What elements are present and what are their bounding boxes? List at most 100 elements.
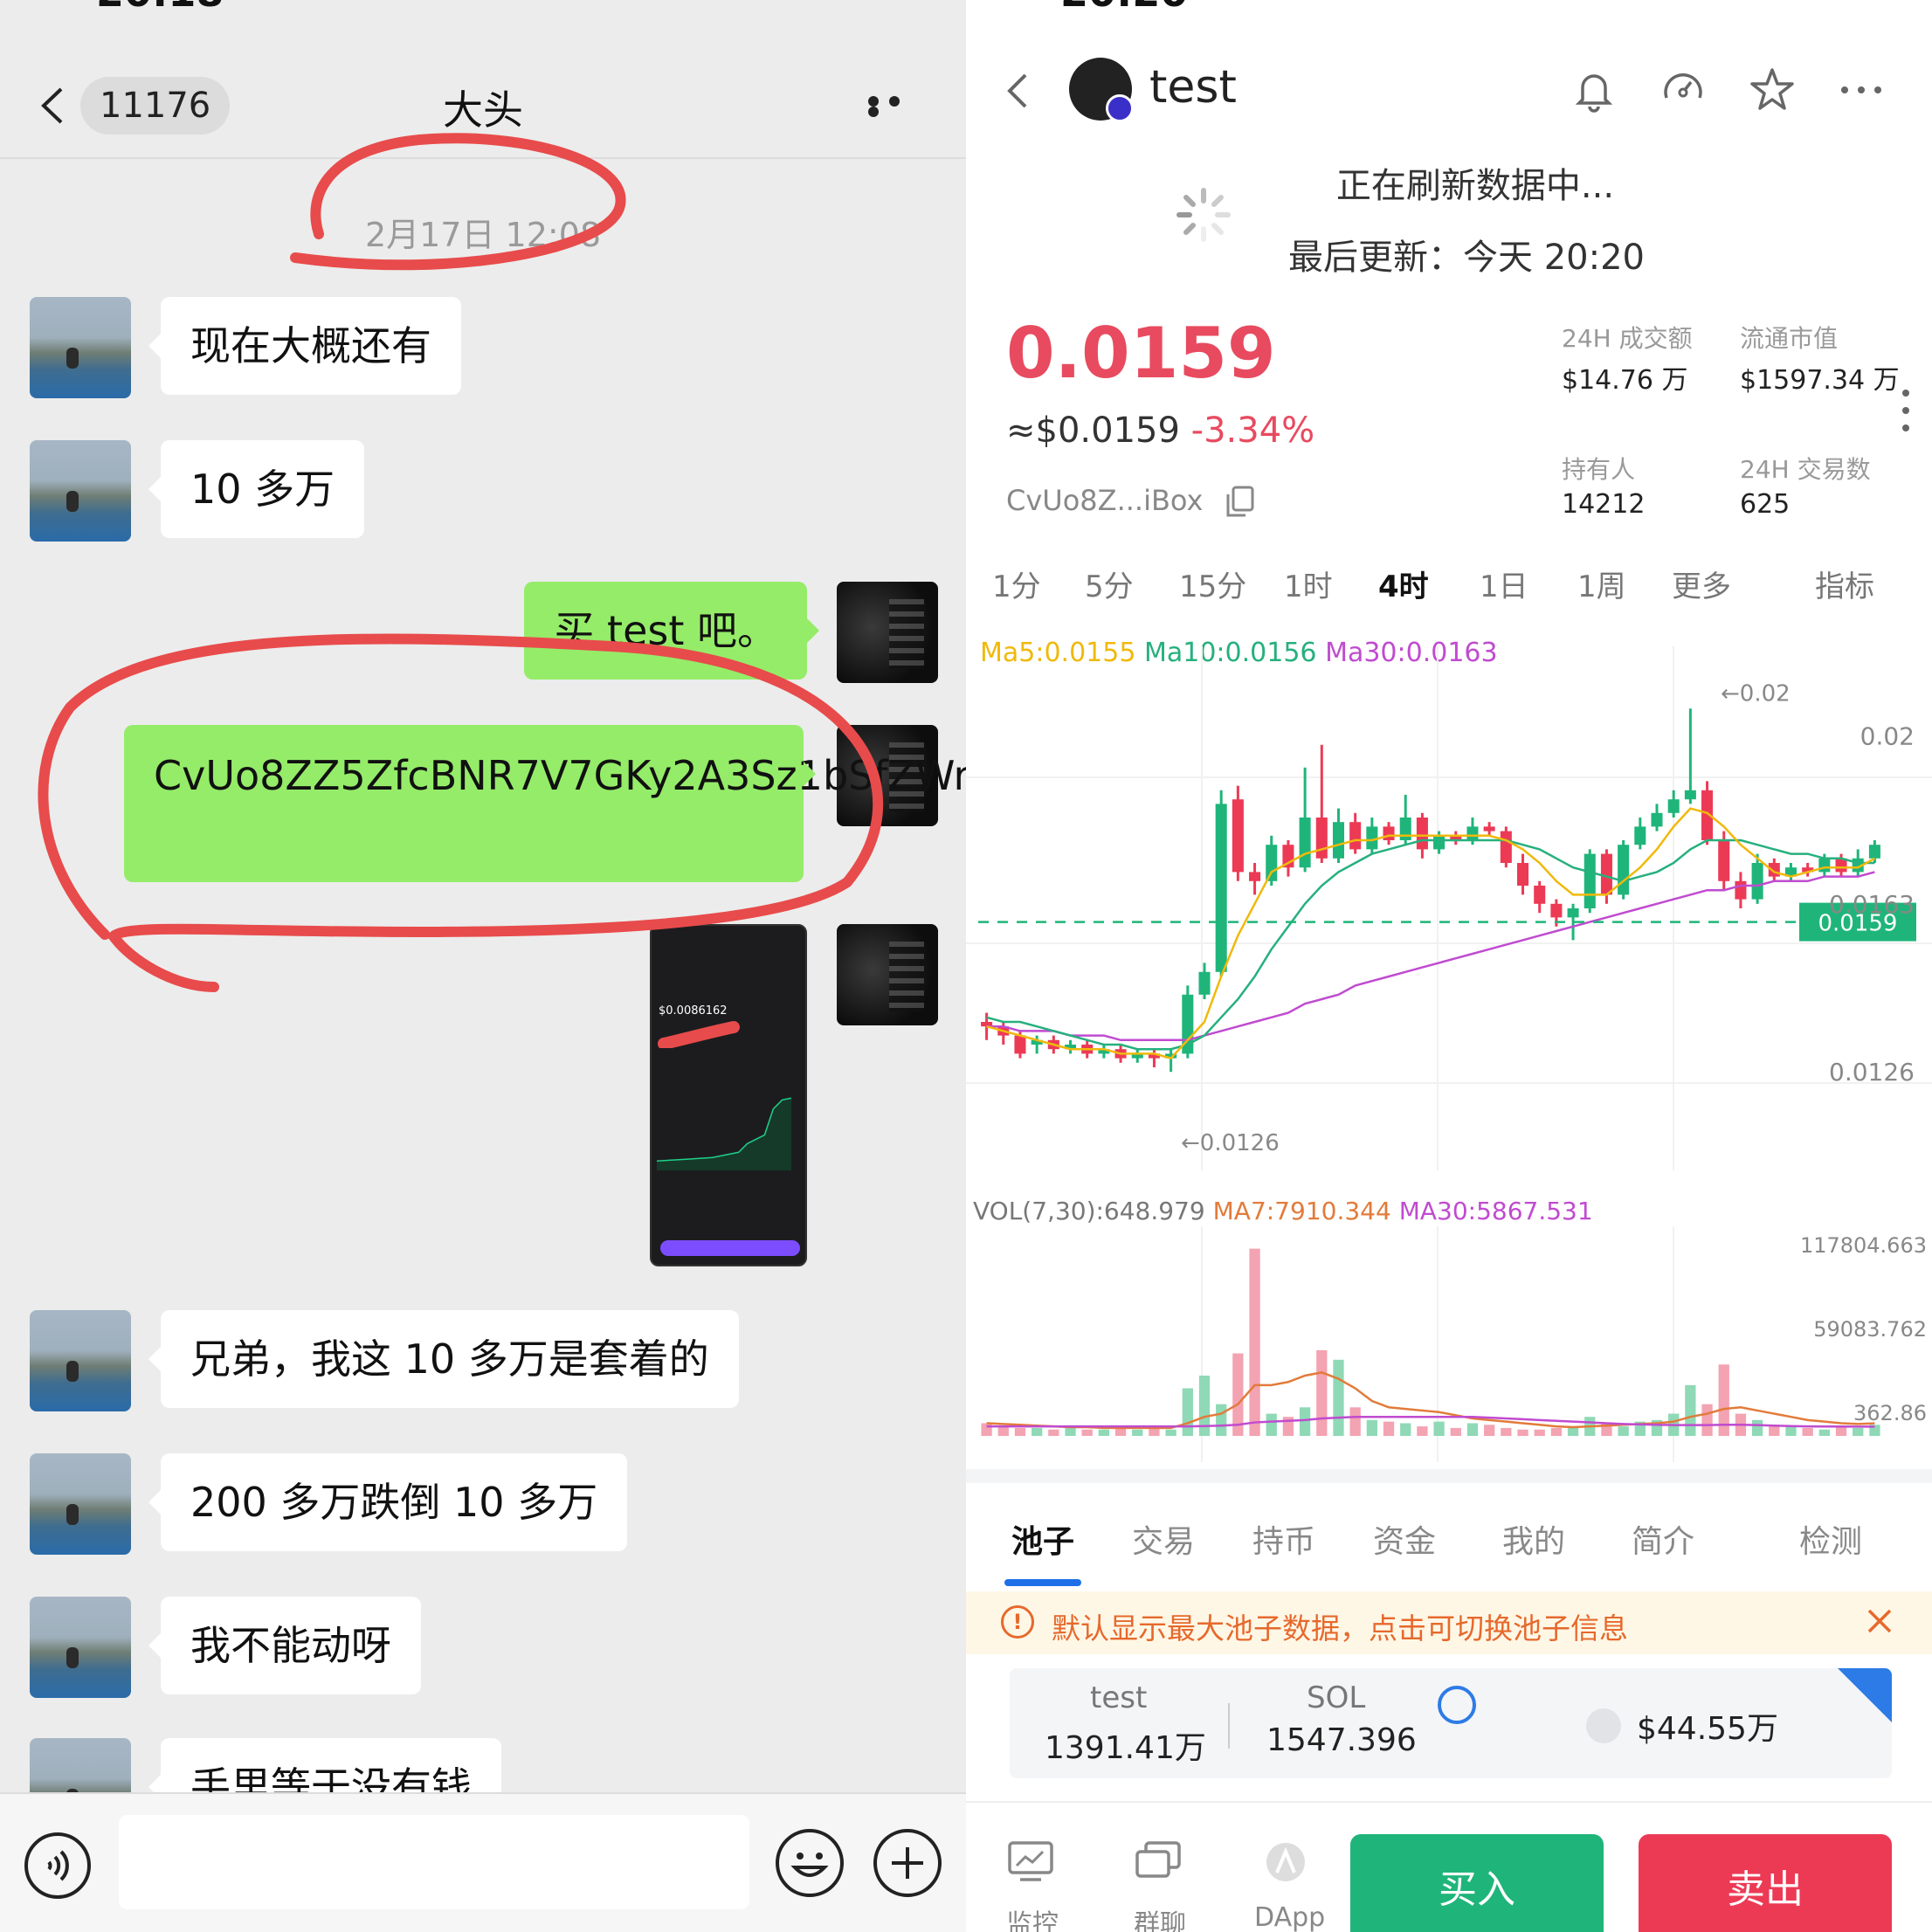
nav-group-label[interactable]: 群聊: [1134, 1902, 1186, 1932]
chat-header: 11176 大头: [0, 52, 966, 159]
lock-icon[interactable]: [1438, 1686, 1476, 1724]
contact-avatar[interactable]: [30, 1310, 131, 1411]
contact-avatar[interactable]: [30, 1453, 131, 1555]
volume-bar: [1835, 1426, 1847, 1436]
volume-bar: [1149, 1427, 1160, 1436]
candle-body: [1266, 845, 1278, 881]
nav-dapp-label[interactable]: DApp: [1254, 1902, 1325, 1932]
tab-pool[interactable]: 池子: [1011, 1516, 1074, 1562]
vol-ma30-legend: MA30:5867.531: [1398, 1197, 1593, 1225]
contact-avatar[interactable]: [30, 440, 131, 542]
volume-bar: [1484, 1425, 1495, 1436]
candle-body: [1332, 822, 1345, 859]
tab-check[interactable]: 检测: [1799, 1516, 1862, 1562]
contact-avatar[interactable]: [30, 297, 131, 398]
more-icon[interactable]: [868, 96, 921, 117]
volume-bar: [997, 1426, 1009, 1436]
stat-holders-value: 14212: [1562, 489, 1646, 520]
candle-body: [1818, 858, 1831, 873]
ma5-line: [986, 807, 1876, 1060]
candle-body: [1399, 818, 1411, 840]
selected-check-icon: [1838, 1668, 1892, 1722]
stat-txns-value: 625: [1740, 489, 1791, 520]
tab-intro[interactable]: 简介: [1632, 1516, 1694, 1562]
volume-bar: [1785, 1426, 1797, 1436]
my-avatar[interactable]: [837, 924, 938, 1025]
contract-address[interactable]: CvUo8Z...iBox: [1006, 484, 1203, 517]
timeframe-more[interactable]: 更多: [1672, 562, 1731, 605]
pool-card[interactable]: test 1391.41万 SOL 1547.396 $44.55万: [1010, 1668, 1892, 1778]
timeframe-1m[interactable]: 1分: [992, 562, 1041, 605]
volume-bar: [1853, 1427, 1864, 1436]
message-bubble[interactable]: 我不能动呀: [148, 1597, 421, 1694]
y-tick-label: 0.02: [1860, 721, 1915, 750]
candle-body: [1735, 880, 1747, 900]
candle-body: [1684, 790, 1696, 800]
buy-button[interactable]: 买入: [1350, 1834, 1604, 1932]
message-bubble[interactable]: 200 多万跌倒 10 多万: [148, 1453, 628, 1551]
tab-funds[interactable]: 资金: [1373, 1516, 1436, 1562]
volume-bar: [1266, 1413, 1277, 1436]
timeframe-15m[interactable]: 15分: [1179, 562, 1246, 605]
message-bubble[interactable]: 现在大概还有: [148, 297, 461, 395]
candle-body: [1249, 872, 1261, 881]
timeframe-1w[interactable]: 1周: [1577, 562, 1626, 605]
nav-monitor-label[interactable]: 监控: [1006, 1902, 1059, 1932]
monitor-icon[interactable]: [1006, 1839, 1055, 1885]
gauge-icon[interactable]: [1658, 65, 1708, 115]
token-name: test: [1149, 61, 1237, 114]
tab-holders[interactable]: 持币: [1252, 1516, 1315, 1562]
volume-legend: VOL(7,30):648.979 MA7:7910.344 MA30:5867…: [973, 1197, 1593, 1225]
candle-body: [1634, 826, 1646, 845]
bell-icon[interactable]: [1569, 65, 1619, 115]
vertical-more-icon[interactable]: [1902, 390, 1909, 431]
copy-icon[interactable]: [1225, 486, 1254, 519]
message-input[interactable]: [119, 1815, 749, 1909]
candle-body: [1651, 812, 1663, 827]
timeframe-4h[interactable]: 4时: [1378, 562, 1429, 605]
contact-avatar[interactable]: [30, 1597, 131, 1698]
timeframe-1h[interactable]: 1时: [1284, 562, 1333, 605]
volume-bar: [1802, 1427, 1813, 1436]
pool-token-label: test: [1090, 1680, 1148, 1715]
stat-mcap-label: 流通市值: [1740, 324, 1839, 353]
timeframe-5m[interactable]: 5分: [1085, 562, 1134, 605]
voice-icon[interactable]: [24, 1832, 91, 1899]
pool-liquidity: $44.55万: [1637, 1711, 1778, 1747]
volume-tick-label: 117804.663: [1800, 1233, 1927, 1258]
dapp-icon[interactable]: [1261, 1839, 1310, 1885]
volume-chart[interactable]: 117804.663 59083.762 362.86: [966, 1226, 1932, 1462]
candle-body: [1366, 826, 1378, 850]
candle-body: [1516, 863, 1529, 886]
emoji-icon[interactable]: [776, 1829, 844, 1897]
message-bubble-me[interactable]: 买 test 吧。: [524, 582, 819, 680]
more-icon[interactable]: [1836, 65, 1887, 115]
star-icon[interactable]: [1747, 65, 1797, 115]
plus-icon[interactable]: [873, 1829, 942, 1897]
candle-body: [1500, 831, 1512, 863]
timeframe-1d[interactable]: 1日: [1480, 562, 1528, 605]
message-bubble[interactable]: 10 多万: [148, 440, 365, 538]
my-avatar[interactable]: [837, 582, 938, 683]
group-chat-icon[interactable]: [1134, 1839, 1183, 1885]
sell-button[interactable]: 卖出: [1639, 1834, 1892, 1932]
tab-trades[interactable]: 交易: [1132, 1516, 1195, 1562]
screenshot-price: $0.0086162: [659, 1004, 728, 1018]
volume-bar: [1032, 1427, 1043, 1436]
candle-body: [1198, 971, 1211, 995]
message-timestamp: 2月17日 12:08: [364, 216, 602, 254]
screenshot-image-message[interactable]: $0.0086162: [650, 924, 807, 1266]
candle-body: [1567, 908, 1579, 918]
volume-bar: [1114, 1427, 1127, 1436]
screenshot-chart: [656, 1097, 792, 1170]
pool-divider: [1228, 1703, 1230, 1749]
close-icon[interactable]: [1866, 1607, 1894, 1635]
candlestick-chart[interactable]: 0.01590.020.01630.0126←0.02←0.0126: [966, 646, 1932, 1170]
message-bubble[interactable]: 兄弟，我这 10 多万是套着的: [148, 1310, 739, 1408]
pool-notice-banner[interactable]: ! 默认显示最大池子数据，点击可切换池子信息: [966, 1591, 1932, 1654]
volume-bar: [1165, 1429, 1176, 1436]
tab-mine[interactable]: 我的: [1502, 1516, 1565, 1562]
indicators-button[interactable]: 指标: [1815, 562, 1874, 605]
back-icon[interactable]: [1006, 72, 1029, 110]
address-message-bubble[interactable]: CvUo8ZZ5ZfcBNR7V7GKy2A3Sz1bSfZWrfojWxDmj…: [124, 725, 966, 882]
